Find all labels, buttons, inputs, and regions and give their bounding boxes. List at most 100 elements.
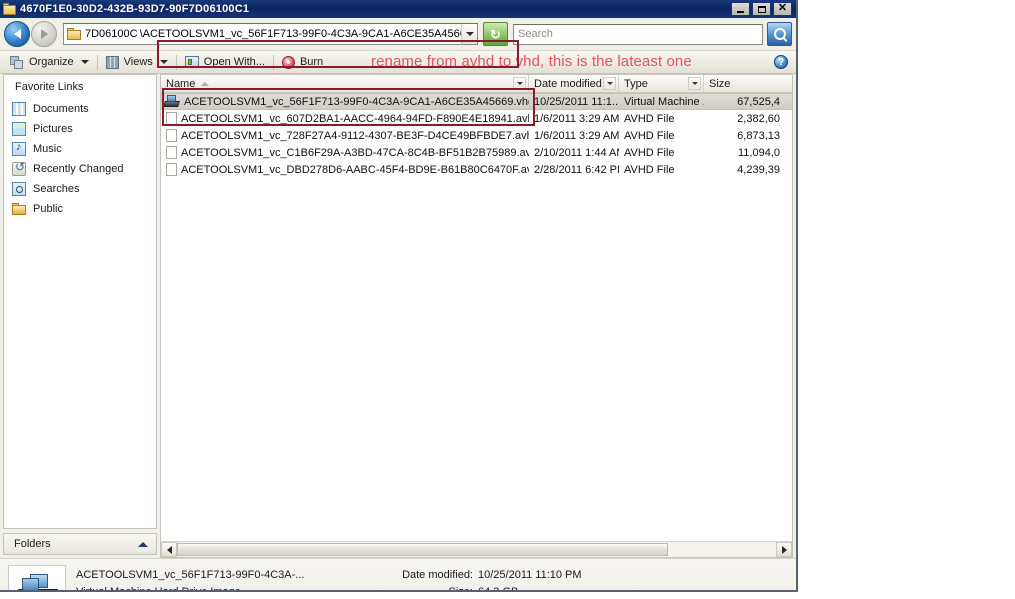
burn-icon	[281, 55, 295, 69]
chevron-down-icon	[80, 60, 89, 64]
forward-button[interactable]	[31, 21, 57, 47]
minimize-button[interactable]	[731, 2, 750, 16]
file-date-cell: 1/6/2011 3:29 AM	[534, 129, 619, 142]
chevron-down-icon	[606, 82, 613, 85]
open-with-button[interactable]: Open With...	[181, 52, 269, 72]
address-dropdown-button[interactable]	[461, 24, 477, 44]
views-button[interactable]: Views	[102, 52, 172, 72]
column-header-type[interactable]: Type	[619, 75, 704, 92]
folder-icon	[3, 3, 16, 15]
burn-button[interactable]: Burn	[278, 52, 327, 72]
column-header-name[interactable]: Name	[161, 75, 529, 92]
details-property-label: Size:	[448, 586, 473, 592]
column-header-label: Type	[624, 77, 648, 90]
sidebar-item-documents[interactable]: Documents	[4, 99, 156, 119]
search-input[interactable]: Search	[513, 23, 763, 45]
open-with-icon	[184, 56, 199, 68]
window-controls: ✕	[731, 2, 792, 16]
column-header-label: Size	[709, 77, 731, 90]
folders-panel-header[interactable]: Folders	[3, 533, 157, 555]
details-pane: ACETOOLSVM1_vc_56F1F713-99F0-4C3A-... Vi…	[0, 558, 796, 592]
sidebar-item-pictures[interactable]: Pictures	[4, 119, 156, 139]
file-name-cell: ACETOOLSVM1_vc_56F1F713-99F0-4C3A-9CA1-A…	[161, 95, 529, 108]
annotation-note: rename from avhd to vhd, this is the lat…	[371, 53, 692, 70]
sidebar-item-recently-changed[interactable]: Recently Changed	[4, 159, 156, 179]
details-file-name: ACETOOLSVM1_vc_56F1F713-99F0-4C3A-...	[76, 569, 305, 581]
file-type-cell: AVHD File	[624, 112, 675, 125]
sidebar-item-searches[interactable]: Searches	[4, 179, 156, 199]
file-name-text: ACETOOLSVM1_vc_DBD278D6-AABC-45F4-BD9E-B…	[181, 163, 529, 176]
search-button[interactable]	[767, 22, 792, 46]
column-headers: Name Date modified Type Size	[161, 75, 792, 93]
sidebar-item-music[interactable]: Music	[4, 139, 156, 159]
sidebar-item-public[interactable]: Public	[4, 199, 156, 219]
maximize-button[interactable]	[752, 2, 771, 16]
table-row[interactable]: ACETOOLSVM1_vc_607D2BA1-AACC-4964-94FD-F…	[161, 110, 792, 127]
table-row[interactable]: ACETOOLSVM1_vc_DBD278D6-AABC-45F4-BD9E-B…	[161, 161, 792, 178]
scroll-right-button[interactable]	[776, 542, 792, 557]
recently-changed-icon	[12, 160, 26, 176]
scroll-left-button[interactable]	[161, 542, 177, 557]
file-date-cell: 2/28/2011 6:42 PM	[534, 163, 619, 176]
file-type-cell: AVHD File	[624, 129, 675, 142]
file-type-cell: Virtual Machine ...	[624, 95, 704, 108]
sidebar-item-label: Music	[33, 143, 62, 155]
minimize-icon	[737, 10, 744, 13]
burn-label: Burn	[299, 56, 324, 68]
address-input[interactable]: 7D06100C \ACETOOLSVM1_vc_56F1F713-99F0-4…	[63, 23, 478, 45]
organize-button[interactable]: Organize	[6, 52, 93, 72]
back-arrow-icon	[13, 29, 21, 39]
table-row[interactable]: ACETOOLSVM1_vc_56F1F713-99F0-4C3A-9CA1-A…	[161, 93, 792, 110]
sidebar: Favorite Links Documents Pictures Music …	[0, 74, 160, 558]
file-name-text: ACETOOLSVM1_vc_C1B6F29A-A3BD-47CA-8C4B-B…	[181, 146, 529, 159]
searches-icon	[12, 182, 26, 196]
window-body: Favorite Links Documents Pictures Music …	[0, 74, 796, 558]
chevron-down-icon	[691, 82, 698, 85]
help-icon[interactable]: ?	[774, 55, 788, 69]
breadcrumb-root[interactable]: 7D06100C	[85, 28, 140, 40]
file-date-cell: 10/25/2011 11:1...	[534, 95, 619, 108]
column-filter-date-button[interactable]	[603, 77, 616, 90]
file-name-text: ACETOOLSVM1_vc_607D2BA1-AACC-4964-94FD-F…	[181, 112, 529, 125]
address-folder-icon	[67, 28, 81, 40]
close-button[interactable]: ✕	[773, 2, 792, 16]
refresh-button[interactable]: ↻	[483, 22, 508, 46]
folders-label: Folders	[14, 538, 51, 550]
back-button[interactable]	[4, 21, 30, 47]
chevron-up-icon	[138, 541, 148, 547]
scroll-right-arrow-icon	[781, 545, 787, 554]
file-date-cell: 2/10/2011 1:44 AM	[534, 146, 619, 159]
scroll-left-arrow-icon	[166, 545, 172, 554]
details-property-value: 64.3 GB	[478, 586, 519, 592]
sidebar-item-label: Documents	[33, 103, 89, 115]
column-filter-name-button[interactable]	[513, 77, 526, 90]
refresh-icon: ↻	[490, 26, 501, 42]
toolbar-separator	[272, 54, 274, 70]
chevron-down-icon	[516, 82, 523, 85]
table-row[interactable]: ACETOOLSVM1_vc_728F27A4-9112-4307-BE3F-D…	[161, 127, 792, 144]
table-row[interactable]: ACETOOLSVM1_vc_C1B6F29A-A3BD-47CA-8C4B-B…	[161, 144, 792, 161]
details-property-row: Date modified: 10/25/2011 11:10 PM	[321, 567, 796, 584]
scrollbar-thumb[interactable]	[177, 543, 669, 556]
column-header-label: Date modified	[534, 77, 602, 90]
generic-file-icon	[166, 146, 177, 159]
public-folder-icon	[12, 202, 26, 216]
search-placeholder: Search	[518, 28, 553, 40]
pictures-icon	[12, 122, 26, 136]
title-bar: 4670F1E0-30D2-432B-93D7-90F7D06100C1 ✕	[0, 0, 796, 18]
file-size-cell: 2,382,60	[737, 112, 780, 125]
toolbar-separator	[96, 54, 98, 70]
search-icon	[773, 28, 786, 40]
horizontal-scrollbar[interactable]	[160, 541, 793, 558]
scrollbar-track[interactable]	[177, 542, 776, 557]
details-property-value: 10/25/2011 11:10 PM	[478, 569, 582, 581]
toolbar: Organize Views Open With... Burn ? renam…	[0, 50, 796, 74]
documents-icon	[12, 102, 26, 116]
generic-file-icon	[166, 112, 177, 125]
details-property-row: Size: 64.3 GB	[321, 584, 796, 592]
column-filter-type-button[interactable]	[688, 77, 701, 90]
file-size-cell: 11,094,0	[737, 146, 780, 159]
file-name-cell: ACETOOLSVM1_vc_C1B6F29A-A3BD-47CA-8C4B-B…	[161, 146, 529, 159]
column-header-date-modified[interactable]: Date modified	[529, 75, 619, 92]
column-header-size[interactable]: Size	[704, 75, 784, 92]
